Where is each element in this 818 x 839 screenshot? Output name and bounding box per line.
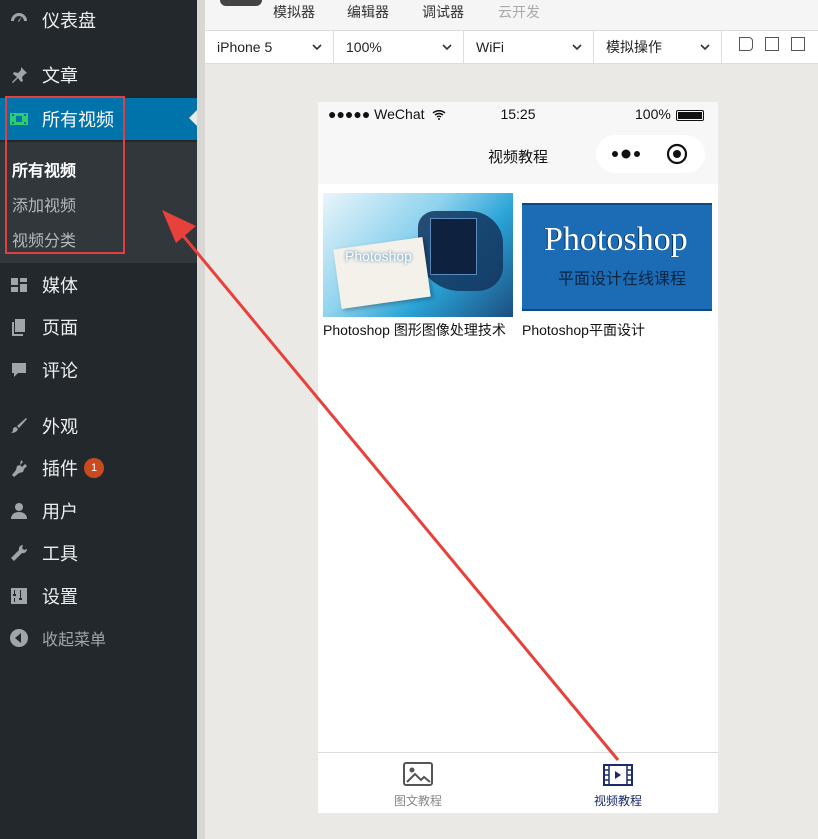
menu-label: 设置 — [42, 587, 78, 607]
brush-icon — [8, 415, 30, 437]
tab-debugger[interactable]: 调试器 — [422, 2, 464, 22]
operation-select[interactable]: 模拟操作 — [594, 31, 722, 63]
menu-label: 页面 — [42, 318, 78, 338]
zoom-value: 100% — [346, 39, 382, 55]
network-select[interactable]: WiFi — [464, 31, 594, 63]
pin-icon — [8, 64, 30, 86]
thumbnail-subtext: 平面设计在线课程 — [558, 271, 687, 288]
network-value: WiFi — [476, 39, 504, 55]
more-icon[interactable] — [611, 148, 641, 160]
chevron-down-icon — [312, 44, 322, 51]
menu-item-comments[interactable]: 评论 — [0, 350, 197, 390]
thumbnail-text: Photoshop — [345, 248, 412, 264]
phone-simulator: ●●●●● WeChat 15:25 100% 视频教程 Photoshop P… — [318, 102, 718, 813]
plugin-icon — [8, 457, 30, 479]
battery-icon — [676, 110, 704, 121]
video-card[interactable]: Photoshop Photoshop 图形图像处理技术 — [323, 193, 513, 340]
wrench-icon — [8, 542, 30, 564]
sidebar-divider — [197, 0, 205, 839]
menu-label: 文章 — [42, 66, 78, 86]
menu-label: 用户 — [42, 502, 78, 522]
device-value: iPhone 5 — [217, 39, 273, 55]
media-icon — [8, 274, 30, 296]
chevron-down-icon — [442, 44, 452, 51]
menu-label: 插件 — [42, 459, 78, 479]
video-thumbnail[interactable]: Photoshop 平面设计在线课程 — [522, 193, 712, 317]
menu-label: 媒体 — [42, 276, 78, 296]
menu-item-users[interactable]: 用户 — [0, 491, 197, 531]
volume-icon[interactable] — [739, 37, 753, 51]
comment-icon — [8, 359, 30, 381]
menu-item-posts[interactable]: 文章 — [0, 55, 197, 95]
pages-icon — [8, 316, 30, 338]
collapse-label: 收起菜单 — [42, 632, 107, 649]
toolbar-icons — [739, 37, 805, 51]
tab-editor[interactable]: 编辑器 — [347, 2, 389, 22]
status-bar: ●●●●● WeChat 15:25 100% — [318, 102, 718, 128]
menu-item-pages[interactable]: 页面 — [0, 307, 197, 347]
device-select[interactable]: iPhone 5 — [205, 31, 334, 63]
video-card[interactable]: Photoshop 平面设计在线课程 Photoshop平面设计 — [522, 193, 712, 340]
split-icon[interactable] — [791, 37, 805, 51]
devtools-selectbar: iPhone 5 100% WiFi 模拟操作 — [205, 31, 818, 64]
user-icon — [8, 500, 30, 522]
menu-item-settings[interactable]: 设置 — [0, 576, 197, 616]
zoom-select[interactable]: 100% — [334, 31, 464, 63]
avatar[interactable] — [220, 0, 262, 6]
collapse-arrow-icon — [8, 627, 30, 649]
video-icon — [603, 764, 633, 786]
collapse-menu-button[interactable]: 收起菜单 — [0, 618, 197, 658]
annotation-highlight-box — [5, 96, 125, 254]
tab-cloud-dev[interactable]: 云开发 — [498, 2, 540, 22]
video-title[interactable]: Photoshop平面设计 — [522, 321, 712, 340]
battery-percent: 100% — [635, 106, 671, 122]
menu-label: 工具 — [42, 544, 78, 564]
nav-bar: 视频教程 — [318, 128, 718, 184]
video-thumbnail[interactable]: Photoshop — [323, 193, 513, 317]
admin-sidebar: 仪表盘 文章 所有视频 所有视频 添加视频 视频分类 媒体 页面 评论 外观 插… — [0, 0, 197, 839]
image-icon — [403, 762, 433, 786]
settings-icon — [8, 585, 30, 607]
plugin-update-badge: 1 — [84, 458, 104, 478]
tab-article-tutorial[interactable]: 图文教程 — [318, 753, 518, 813]
chevron-down-icon — [572, 44, 582, 51]
chevron-down-icon — [700, 44, 710, 51]
tab-video-tutorial[interactable]: 视频教程 — [518, 753, 718, 813]
operation-value: 模拟操作 — [606, 39, 662, 55]
splash-window-shape — [430, 218, 477, 275]
menu-item-media[interactable]: 媒体 — [0, 265, 197, 305]
video-title[interactable]: Photoshop 图形图像处理技术 — [323, 321, 513, 340]
menu-label: 仪表盘 — [42, 11, 96, 31]
window-icon[interactable] — [765, 37, 779, 51]
capsule-menu — [596, 135, 705, 173]
thumbnail-text: Photoshop — [544, 221, 688, 258]
bottom-tab-bar: 图文教程 视频教程 — [318, 752, 718, 813]
menu-item-plugins[interactable]: 插件 1 — [0, 448, 197, 488]
dashboard-icon — [8, 9, 30, 31]
menu-item-tools[interactable]: 工具 — [0, 533, 197, 573]
close-miniprogram-icon[interactable] — [666, 143, 688, 165]
tab-label: 视频教程 — [593, 794, 642, 808]
tab-label: 图文教程 — [393, 794, 442, 808]
menu-item-appearance[interactable]: 外观 — [0, 406, 197, 446]
devtools-topbar: 模拟器 编辑器 调试器 云开发 — [205, 0, 818, 31]
menu-item-dashboard[interactable]: 仪表盘 — [0, 0, 197, 40]
menu-label: 外观 — [42, 417, 78, 437]
tab-simulator[interactable]: 模拟器 — [273, 2, 315, 22]
menu-label: 评论 — [42, 361, 78, 381]
